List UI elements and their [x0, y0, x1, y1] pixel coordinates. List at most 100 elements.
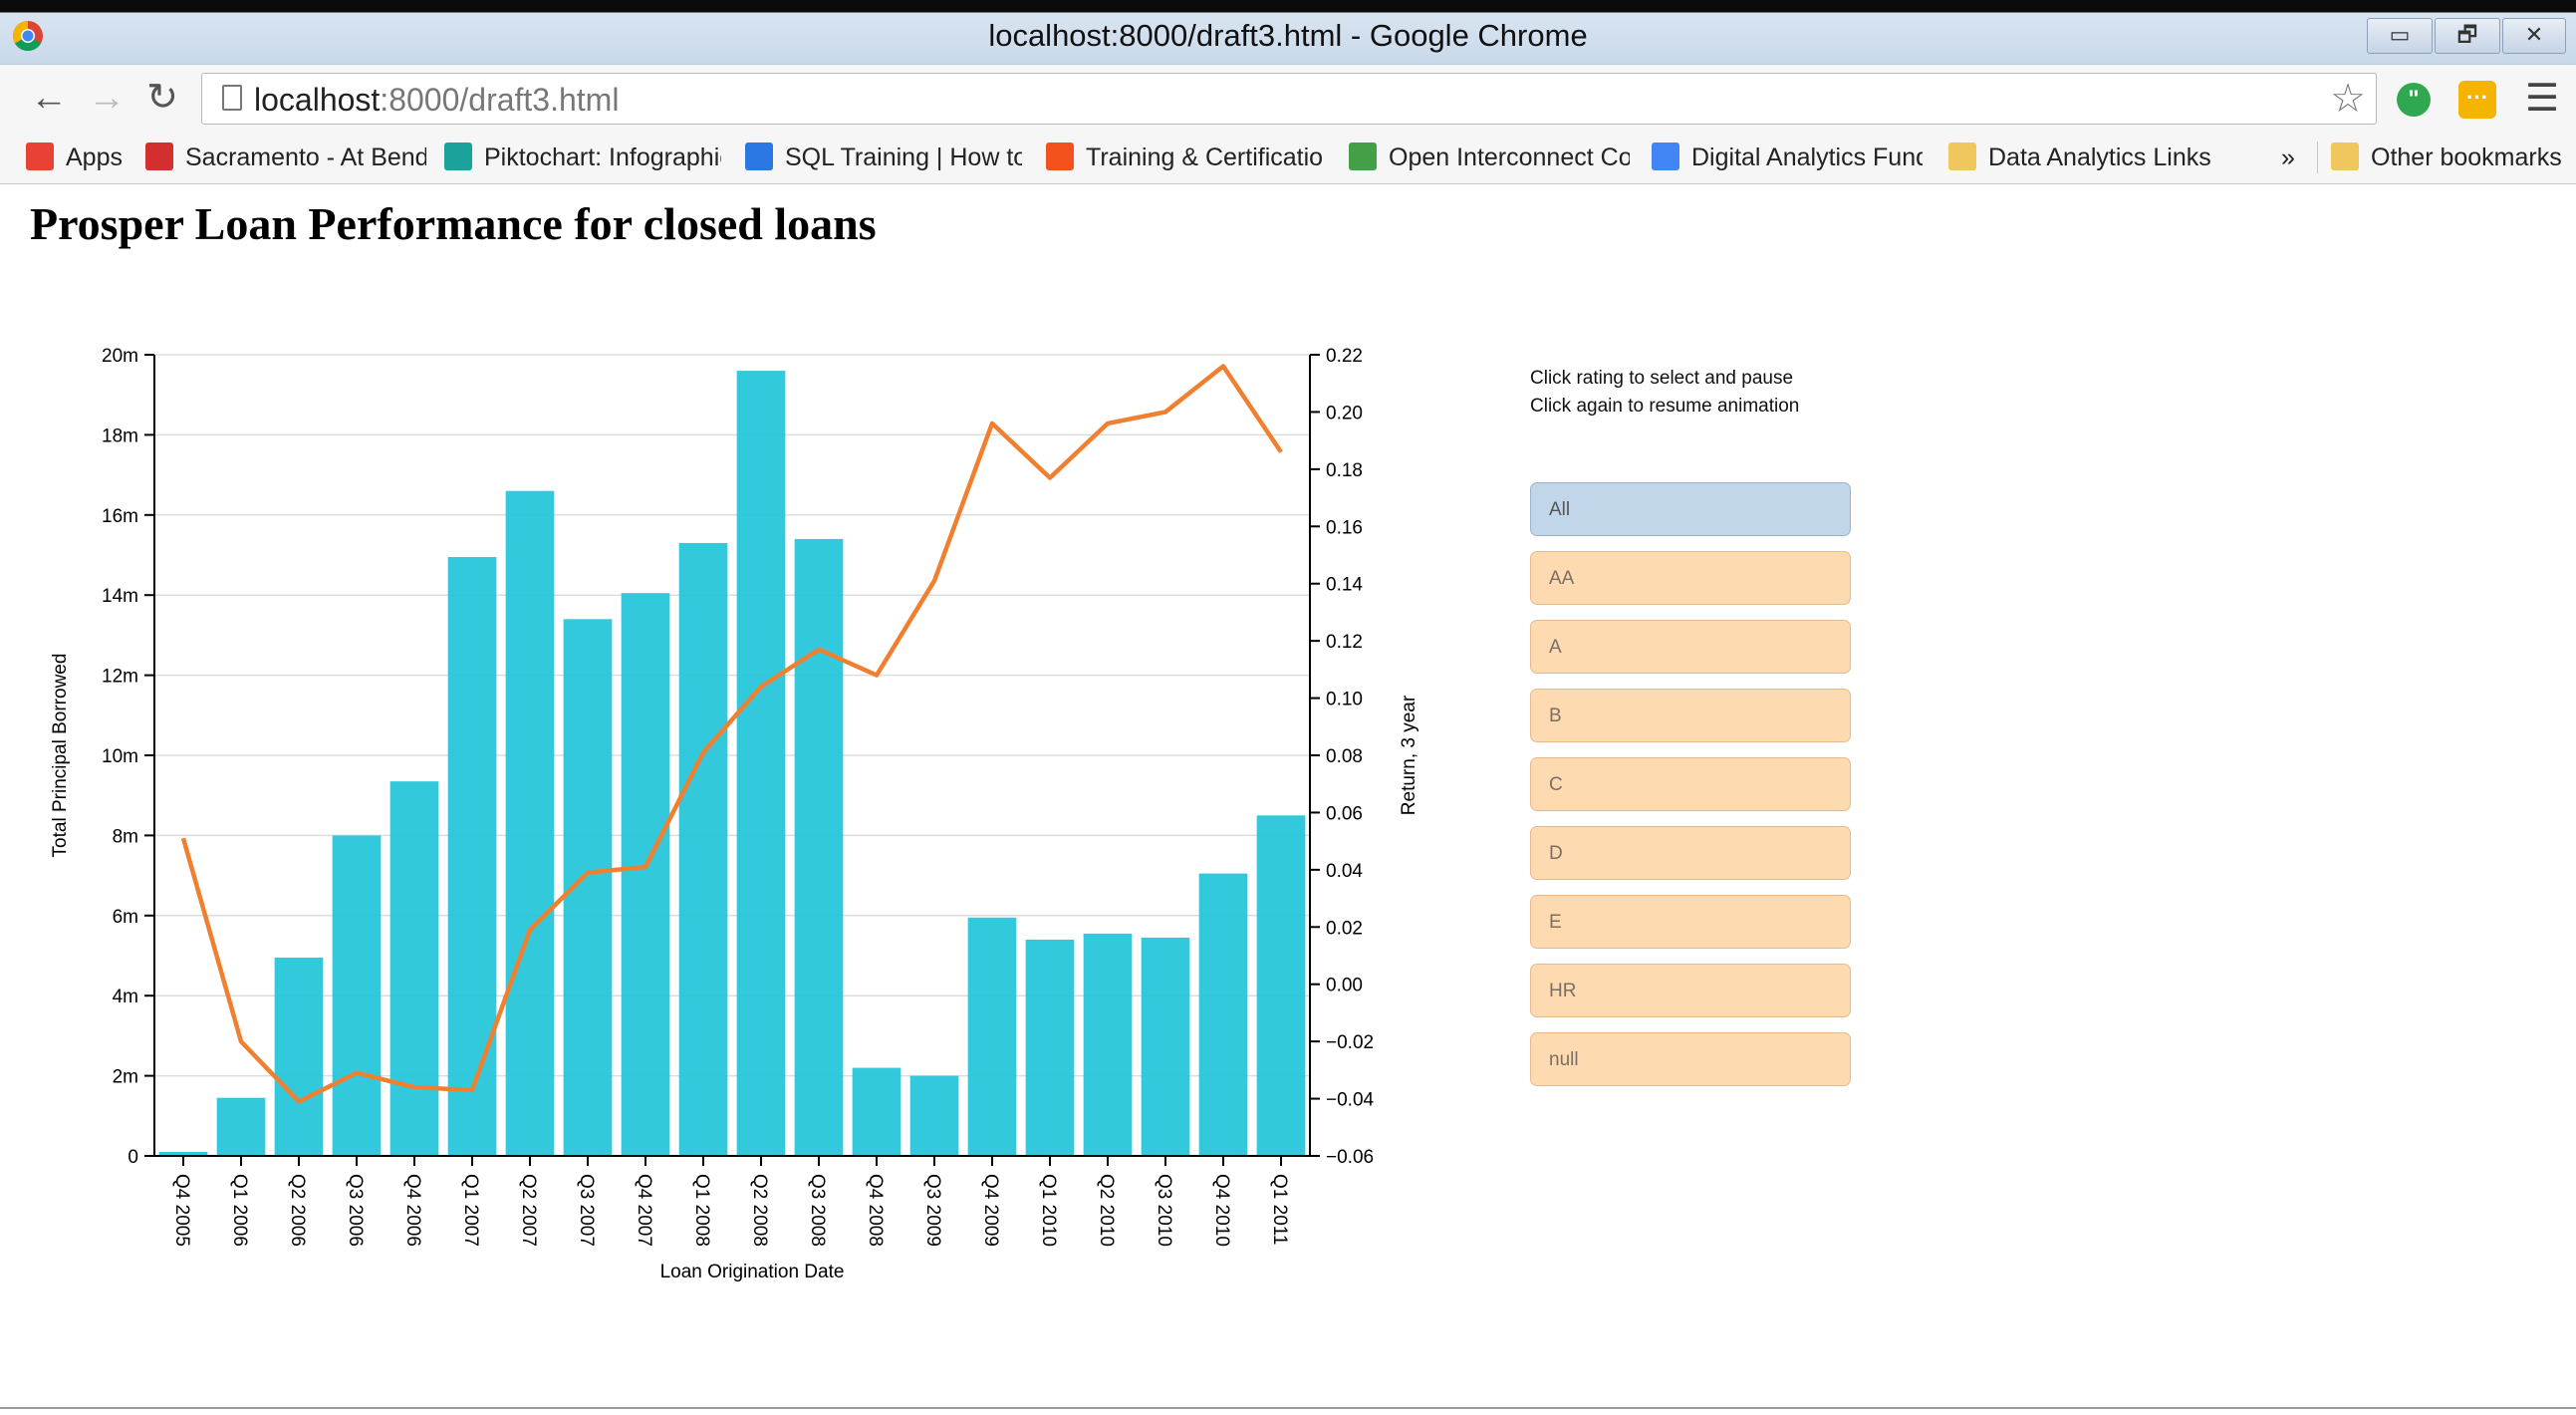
x-tick-label: Q3 2010 — [1154, 1174, 1174, 1247]
rating-button-a[interactable]: A — [1530, 620, 1851, 674]
return-point — [529, 929, 531, 931]
x-tick-label: Q3 2009 — [922, 1174, 943, 1247]
return-point — [644, 866, 646, 868]
bar-q3-2008 — [794, 538, 844, 1156]
bookmark-favicon-icon — [1046, 142, 1074, 171]
return-point — [298, 1100, 300, 1102]
bookmark-favicon-icon — [745, 142, 773, 171]
bookmark-favicon-icon — [444, 142, 472, 171]
page-icon — [222, 85, 242, 111]
y2-tick-label: 0.14 — [1326, 575, 1363, 596]
bookmark-label: Digital Analytics Fund — [1691, 143, 1923, 171]
bar-q4-2008 — [852, 1067, 902, 1156]
other-bookmarks[interactable]: Other bookmarks — [2331, 138, 2562, 177]
bar-q2-2006 — [274, 958, 324, 1156]
extension-icon[interactable]: ··· — [2458, 81, 2496, 119]
x-tick-label: Q1 2007 — [460, 1174, 481, 1247]
return-point — [413, 1086, 415, 1088]
y2-tick-label: −0.06 — [1326, 1147, 1374, 1168]
window-titlebar: localhost:8000/draft3.html - Google Chro… — [0, 0, 2576, 64]
window-title: localhost:8000/draft3.html - Google Chro… — [988, 18, 1588, 53]
bar-q1-2010 — [1025, 939, 1075, 1156]
return-point — [760, 686, 762, 688]
rating-button-c[interactable]: C — [1530, 757, 1851, 811]
minimize-button[interactable]: ▭ — [2367, 18, 2433, 54]
bar-q3-2006 — [332, 835, 382, 1156]
x-tick-label: Q2 2007 — [518, 1174, 539, 1247]
bookmark-label: Sacramento - At Bend — [185, 143, 426, 171]
return-point — [1280, 451, 1282, 453]
instruction-line-2: Click again to resume animation — [1530, 396, 1800, 417]
loan-chart: 0 2m 4m 6m 8m 10m 12m 14m 16m 18m 20m −0.06 −0.04 −0.… — [50, 346, 1419, 1282]
bookmark-favicon-icon — [1349, 142, 1377, 171]
menu-icon[interactable]: ☰ — [2522, 79, 2562, 119]
x-tick-label: Q3 2007 — [576, 1174, 597, 1247]
x-tick-label: Q1 2008 — [691, 1174, 712, 1247]
folder-icon — [2331, 142, 2359, 171]
bookmark-star-icon[interactable]: ☆ — [2330, 76, 2366, 122]
bar-q1-2006 — [216, 1097, 266, 1156]
divider — [0, 1407, 2576, 1409]
x-tick-label: Q2 2008 — [749, 1174, 770, 1247]
y-axis-title: Total Principal Borrowed — [50, 654, 71, 858]
bookmarks-overflow-button[interactable]: » — [2281, 138, 2295, 177]
y2-tick-label: 0.06 — [1326, 803, 1363, 824]
rating-button-d[interactable]: D — [1530, 826, 1851, 880]
y2-tick-label: 0.20 — [1326, 403, 1363, 424]
rating-button-all[interactable]: All — [1530, 482, 1851, 536]
x-tick-label: Q3 2008 — [807, 1174, 828, 1247]
x-tick-label: Q3 2006 — [345, 1174, 366, 1247]
bookmark-favicon-icon — [145, 142, 173, 171]
y2-tick-label: 0.08 — [1326, 746, 1363, 767]
rating-button-hr[interactable]: HR — [1530, 964, 1851, 1017]
bar-q1-2007 — [447, 557, 497, 1156]
bookmark-item[interactable]: Training & Certificatio — [1046, 138, 1327, 177]
y2-tick-label: 0.00 — [1326, 976, 1363, 996]
bar-q2-2007 — [505, 490, 555, 1156]
y-tick-label: 0 — [128, 1147, 138, 1168]
x-tick-label: Q1 2010 — [1038, 1174, 1059, 1247]
x-tick-label: Q4 2008 — [865, 1174, 886, 1247]
bookmark-item[interactable]: Data Analytics Links — [1948, 138, 2227, 177]
bar-q4-2010 — [1198, 873, 1248, 1156]
y-tick-label: 6m — [113, 907, 138, 928]
bookmark-item[interactable]: Open Interconnect Co — [1349, 138, 1630, 177]
url-host: localhost — [254, 82, 381, 118]
browser-toolbar: ← → ↻ localhost:8000/draft3.html ☆ " ···… — [0, 64, 2576, 133]
y2-tick-label: −0.04 — [1326, 1090, 1375, 1111]
y2-tick-label: 0.12 — [1326, 632, 1363, 653]
bar-q2-2008 — [736, 371, 786, 1156]
back-button[interactable]: ← — [26, 75, 72, 121]
bar-q3-2009 — [909, 1075, 959, 1156]
bookmark-item[interactable]: Sacramento - At Bend — [145, 138, 426, 177]
bookmarks-bar: Apps Sacramento - At Bend Piktochart: Info… — [0, 132, 2576, 184]
forward-button[interactable]: → — [84, 75, 129, 121]
hangouts-extension-icon[interactable]: " — [2397, 83, 2431, 117]
rating-button-aa[interactable]: AA — [1530, 551, 1851, 605]
x-tick-label: Q4 2005 — [171, 1174, 192, 1247]
bookmark-item[interactable]: Apps — [26, 138, 129, 177]
bookmark-label: Data Analytics Links — [1988, 143, 2211, 171]
url-path: :8000/draft3.html — [380, 82, 620, 118]
restore-button[interactable]: 🗗 — [2435, 18, 2500, 54]
bookmark-item[interactable]: Digital Analytics Fund — [1652, 138, 1923, 177]
y-tick-label: 20m — [102, 346, 138, 367]
rating-button-e[interactable]: E — [1530, 895, 1851, 949]
bookmark-label: SQL Training | How to — [785, 143, 1022, 171]
x-tick-label: Q4 2009 — [980, 1174, 1001, 1247]
y-tick-label: 10m — [102, 746, 138, 767]
x-tick-label: Q1 2011 — [1269, 1174, 1290, 1245]
close-window-button[interactable]: ✕ — [2502, 18, 2566, 54]
instruction-line-1: Click rating to select and pause — [1530, 368, 1794, 389]
bookmark-item[interactable]: SQL Training | How to — [745, 138, 1022, 177]
bookmark-item[interactable]: Piktochart: Infographic — [444, 138, 721, 177]
return-point — [240, 1040, 242, 1042]
rating-button-null[interactable]: null — [1530, 1032, 1851, 1086]
return-point — [933, 580, 935, 582]
y2-tick-label: 0.16 — [1326, 517, 1363, 538]
y-tick-label: 8m — [113, 826, 138, 847]
bookmark-favicon-icon — [26, 142, 54, 171]
rating-button-b[interactable]: B — [1530, 689, 1851, 742]
reload-button[interactable]: ↻ — [139, 75, 185, 121]
address-bar[interactable]: localhost:8000/draft3.html ☆ — [201, 73, 2377, 125]
